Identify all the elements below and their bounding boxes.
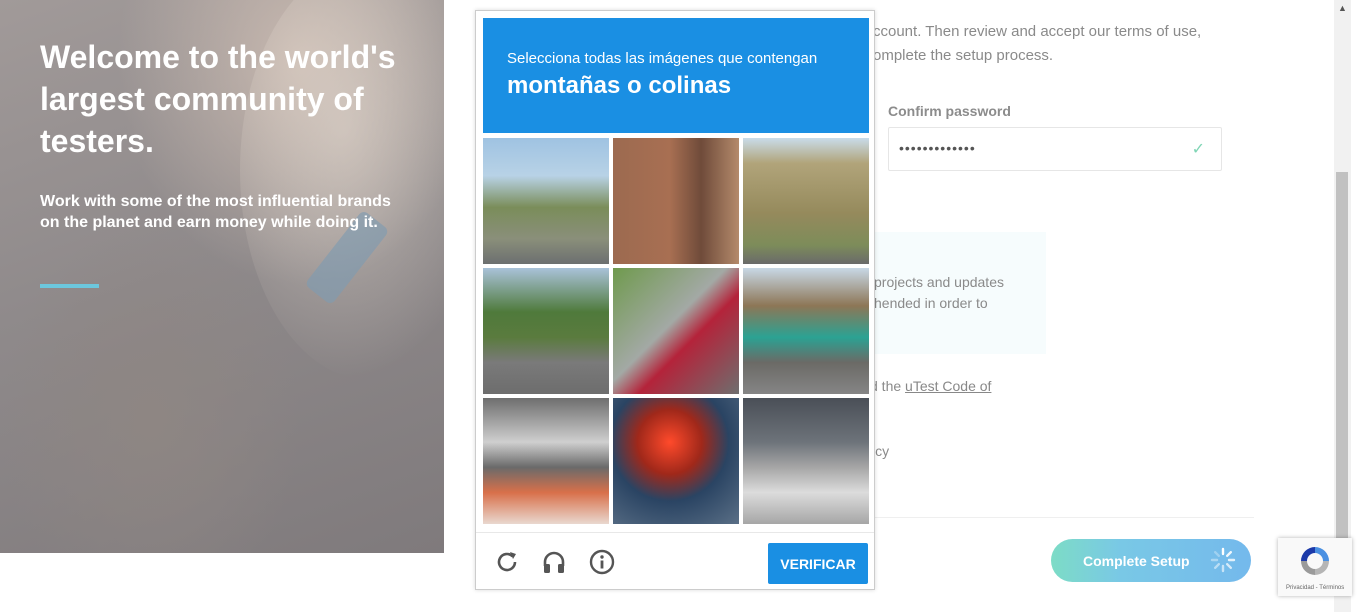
recaptcha-badge[interactable]: Privacidad - Términos [1278,538,1352,596]
verify-button[interactable]: VERIFICAR [768,543,868,584]
hero-accent-line [40,284,99,288]
recaptcha-terms[interactable]: Privacidad - Términos [1286,585,1344,591]
captcha-tile-traffic-cones[interactable] [483,398,609,524]
hero-panel: Welcome to the world's largest community… [0,0,444,553]
captcha-tile-red-car-street[interactable] [613,268,739,394]
intro-line-1: ccount. Then review and accept our terms… [873,23,1202,40]
intro-line-2: omplete the setup process. [873,47,1054,64]
info-icon[interactable] [588,548,616,576]
code-prefix: d the [870,378,906,394]
page-scrollbar[interactable]: ▲ [1334,0,1351,612]
captcha-instruction: Selecciona todas las imágenes que conten… [507,50,818,67]
captcha-tile-forest-road[interactable] [483,268,609,394]
captcha-tile-hillside-road[interactable] [743,138,869,264]
divider [874,517,1254,518]
captcha-tile-traffic-light[interactable] [613,398,739,524]
scroll-up-icon[interactable]: ▲ [1334,0,1351,17]
captcha-tile-crosswalk[interactable] [743,398,869,524]
code-of-conduct-text: d the uTest Code of [870,378,991,394]
hero-title: Welcome to the world's largest community… [40,39,396,159]
captcha-tile-bus-bridge[interactable] [743,268,869,394]
spinner-icon [1210,547,1236,573]
recaptcha-logo-icon [1301,547,1329,575]
info-line-2: hended in order to [874,295,988,311]
confirm-password-label: Confirm password [888,103,1011,119]
captcha-image-grid [483,138,871,526]
info-text: projects and updates hended in order to [874,272,1004,314]
confirm-password-field[interactable]: ••••••••••••• ✓ [888,127,1222,171]
code-of-conduct-link[interactable]: uTest Code of [905,378,991,394]
captcha-tile-brick-building[interactable] [613,138,739,264]
captcha-footer: VERIFICAR [476,532,874,590]
confirm-password-value: ••••••••••••• [899,140,976,156]
complete-setup-label: Complete Setup [1083,553,1190,569]
check-icon: ✓ [1191,141,1205,158]
captcha-tile-coast-palms[interactable] [483,138,609,264]
complete-setup-button[interactable]: Complete Setup [1051,539,1251,582]
captcha-header: Selecciona todas las imágenes que conten… [483,18,869,133]
captcha-target: montañas o colinas [507,72,732,99]
captcha-dialog: Selecciona todas las imágenes que conten… [475,10,875,590]
scrollbar-thumb[interactable] [1336,172,1348,542]
info-line-1: projects and updates [874,274,1004,290]
headphones-icon[interactable] [540,548,568,576]
hero-subtitle: Work with some of the most influential b… [40,193,391,231]
reload-icon[interactable] [493,548,521,576]
